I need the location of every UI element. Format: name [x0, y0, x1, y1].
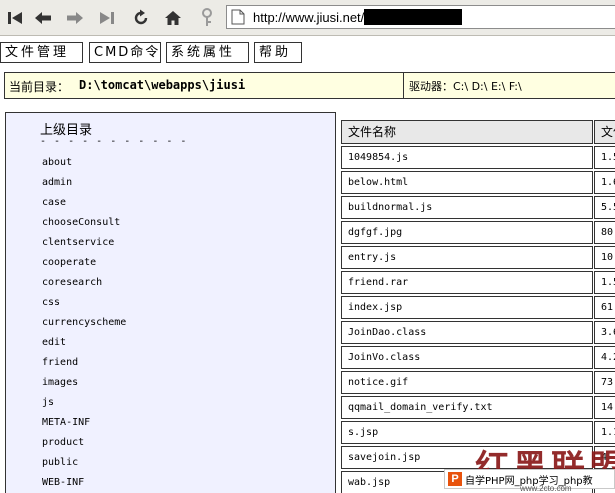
drives-label: 驱动器：: [409, 80, 453, 93]
watermark-logo-icon: P: [448, 472, 462, 486]
menu-cmd[interactable]: CMD命令: [89, 42, 161, 63]
menu-file-manager[interactable]: 文件管理: [0, 42, 83, 63]
file-size-cell: 3.6: [594, 321, 615, 344]
path-bar: 当前目录： D:\tomcat\webapps\jiusi 驱动器：C:\ D:…: [4, 72, 615, 99]
file-name-cell[interactable]: friend.rar: [341, 271, 593, 294]
file-name-cell[interactable]: JoinDao.class: [341, 321, 593, 344]
first-page-icon[interactable]: [2, 5, 28, 31]
folder-panel: 上级目录 - - - - - - - - - - - about admin c…: [5, 112, 336, 493]
file-name-cell[interactable]: qqmail_domain_verify.txt: [341, 396, 593, 419]
file-size-cell: 61.: [594, 296, 615, 319]
folder-item[interactable]: friend: [42, 357, 78, 368]
file-name-cell[interactable]: JoinVo.class: [341, 346, 593, 369]
folder-item[interactable]: WEB-INF: [42, 477, 84, 488]
folder-item[interactable]: clentservice: [42, 237, 114, 248]
watermark-site: www.2cto.com: [520, 484, 572, 493]
file-name-cell[interactable]: dgfgf.jpg: [341, 221, 593, 244]
folder-item[interactable]: product: [42, 437, 84, 448]
file-size-cell: 80.: [594, 221, 615, 244]
file-name-cell[interactable]: 1049854.js: [341, 146, 593, 169]
file-size-cell: 10.: [594, 246, 615, 269]
file-name-cell[interactable]: notice.gif: [341, 371, 593, 394]
current-dir-label: 当前目录：: [9, 80, 70, 94]
file-name-cell[interactable]: index.jsp: [341, 296, 593, 319]
menu-help[interactable]: 帮助: [254, 42, 302, 63]
redaction-bar: [364, 9, 462, 25]
file-size-cell: 5.5: [594, 196, 615, 219]
address-bar[interactable]: http://www.jiusi.net/: [226, 5, 615, 29]
current-dir-path: D:\tomcat\webapps\jiusi: [79, 78, 246, 92]
folder-item[interactable]: css: [42, 297, 60, 308]
file-name-cell[interactable]: entry.js: [341, 246, 593, 269]
key-icon[interactable]: [194, 5, 220, 31]
folder-item[interactable]: about: [42, 157, 72, 168]
reload-icon[interactable]: [128, 5, 154, 31]
file-name-cell[interactable]: below.html: [341, 171, 593, 194]
folder-item[interactable]: cooperate: [42, 257, 96, 268]
back-arrow-icon[interactable]: [30, 5, 56, 31]
file-table: 文件名称 文件 1049854.js 1.5 below.html 1.6 bu…: [341, 118, 615, 493]
path-bar-divider: [403, 73, 404, 98]
file-size-cell: 73.: [594, 371, 615, 394]
browser-toolbar: http://www.jiusi.net/: [0, 0, 615, 36]
page-icon: [231, 9, 245, 25]
webshell-file-manager-page: http://www.jiusi.net/ 文件管理 CMD命令 系统属性 帮助…: [0, 0, 615, 493]
folder-item[interactable]: edit: [42, 337, 66, 348]
folder-item[interactable]: chooseConsult: [42, 217, 120, 228]
file-size-cell: 1.6: [594, 171, 615, 194]
folder-divider: - - - - - - - - - - -: [40, 136, 188, 147]
file-size-cell: 1.5: [594, 271, 615, 294]
folder-item[interactable]: admin: [42, 177, 72, 188]
menu-system-properties[interactable]: 系统属性: [166, 42, 249, 63]
column-header-filename: 文件名称: [341, 120, 593, 144]
last-page-icon[interactable]: [94, 5, 120, 31]
folder-item[interactable]: js: [42, 397, 54, 408]
home-icon[interactable]: [160, 5, 186, 31]
file-size-cell: 14: [594, 396, 615, 419]
address-url[interactable]: http://www.jiusi.net/: [253, 10, 364, 25]
folder-item[interactable]: public: [42, 457, 78, 468]
folder-item[interactable]: coresearch: [42, 277, 102, 288]
folder-item[interactable]: META-INF: [42, 417, 90, 428]
drives-line: 驱动器：C:\ D:\ E:\ F:\: [409, 78, 522, 94]
column-header-size: 文件: [594, 120, 615, 144]
file-name-cell[interactable]: buildnormal.js: [341, 196, 593, 219]
folder-item[interactable]: case: [42, 197, 66, 208]
folder-item[interactable]: currencyscheme: [42, 317, 126, 328]
file-size-cell: 1.5: [594, 146, 615, 169]
drive-links[interactable]: C:\ D:\ E:\ F:\: [453, 80, 522, 93]
folder-item[interactable]: images: [42, 377, 78, 388]
file-size-cell: 4.2: [594, 346, 615, 369]
forward-arrow-icon[interactable]: [62, 5, 88, 31]
